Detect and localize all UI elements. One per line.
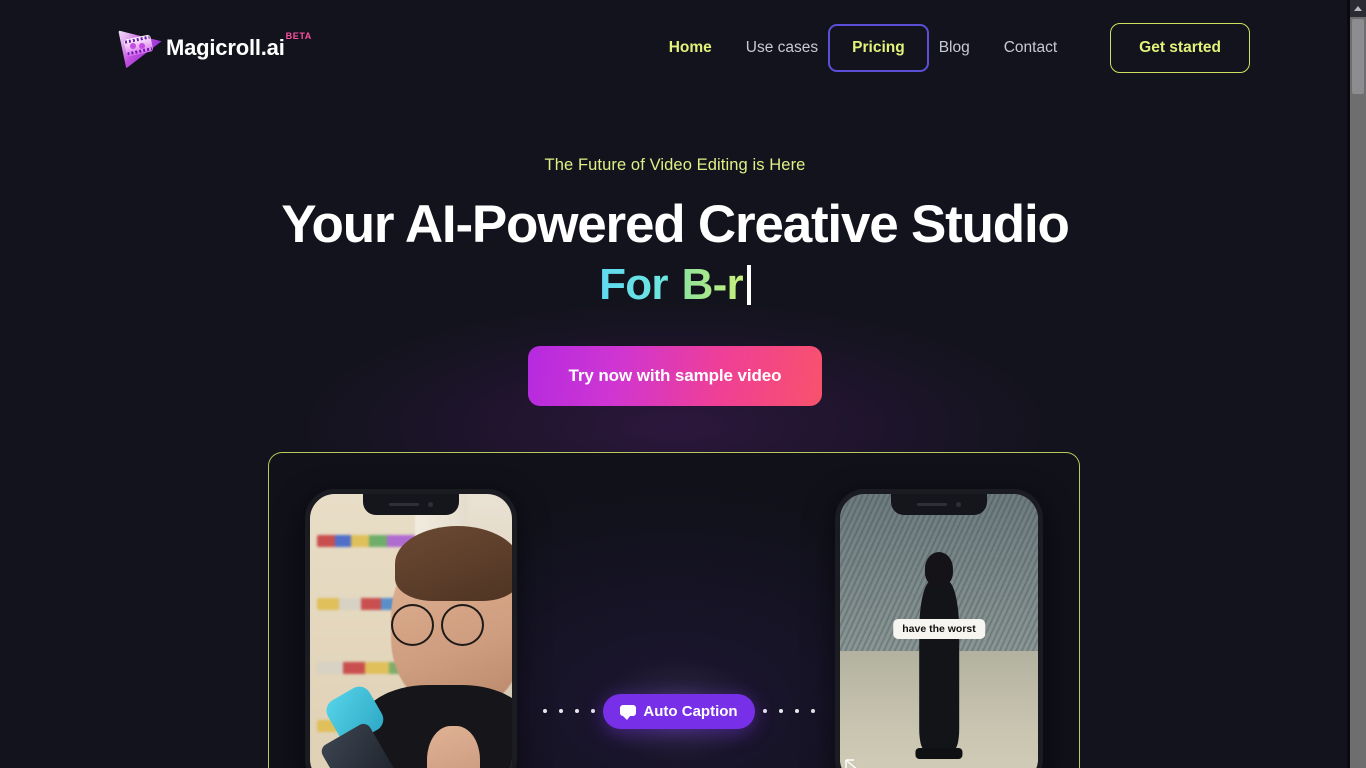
vertical-scrollbar[interactable] xyxy=(1350,0,1366,768)
page-root: Magicroll.ai BETA Home Use cases Pricing… xyxy=(0,0,1366,768)
phone-notch-left xyxy=(363,494,459,515)
scrollbar-thumb[interactable] xyxy=(1352,19,1364,94)
hero-headline: Your AI-Powered Creative Studio xyxy=(281,195,1070,254)
scrollbar-track[interactable] xyxy=(1350,0,1366,768)
typing-caret xyxy=(746,265,751,305)
nav-item-blog[interactable]: Blog xyxy=(922,31,987,65)
nav-item-use-cases[interactable]: Use cases xyxy=(729,31,835,65)
play-filmstrip-icon xyxy=(118,24,162,68)
phone-screen-before xyxy=(310,494,512,768)
get-started-button[interactable]: Get started xyxy=(1110,23,1250,73)
subject-figure xyxy=(919,581,959,750)
hero-subline-prefix: For xyxy=(599,258,668,312)
try-sample-video-button[interactable]: Try now with sample video xyxy=(528,346,822,406)
beta-badge: BETA xyxy=(285,31,312,41)
creator-glasses xyxy=(390,604,484,646)
nav-item-home[interactable]: Home xyxy=(652,31,729,65)
hero-subline: For B-r xyxy=(0,258,1350,312)
demo-showcase-card: Auto Caption have the worst xyxy=(268,452,1080,768)
chevron-up-icon xyxy=(1354,6,1362,11)
brand-logo[interactable]: Magicroll.ai BETA xyxy=(118,26,312,70)
result-video-frame: have the worst paat season xyxy=(840,494,1038,768)
phone-notch-right xyxy=(891,494,987,515)
demo-phone-after: have the worst paat season xyxy=(835,489,1043,768)
connector-dots-left xyxy=(543,709,596,713)
speech-bubble-icon xyxy=(620,704,637,720)
hero-subline-typed: B-r xyxy=(682,258,744,312)
creator-hair xyxy=(394,525,512,602)
hero-eyebrow: The Future of Video Editing is Here xyxy=(544,156,806,174)
demo-phone-before xyxy=(305,489,517,768)
browser-viewport: Magicroll.ai BETA Home Use cases Pricing… xyxy=(0,0,1350,768)
annotation-arrow-icon xyxy=(845,759,857,768)
brand-name: Magicroll.ai xyxy=(166,35,285,60)
source-video-frame xyxy=(310,494,512,768)
transform-connector: Auto Caption xyxy=(509,656,849,766)
connector-dots-right xyxy=(762,709,815,713)
phone-screen-after: have the worst paat season xyxy=(840,494,1038,768)
nav-item-contact[interactable]: Contact xyxy=(987,31,1074,65)
site-header: Magicroll.ai BETA Home Use cases Pricing… xyxy=(0,0,1350,96)
scroll-up-button[interactable] xyxy=(1350,0,1366,17)
main-navigation: Home Use cases Pricing Blog Contact Get … xyxy=(652,23,1250,73)
auto-caption-label: Auto Caption xyxy=(643,702,738,720)
auto-caption-text: have the worst xyxy=(893,618,985,639)
nav-item-pricing[interactable]: Pricing xyxy=(828,24,929,72)
auto-caption-badge[interactable]: Auto Caption xyxy=(603,693,755,729)
